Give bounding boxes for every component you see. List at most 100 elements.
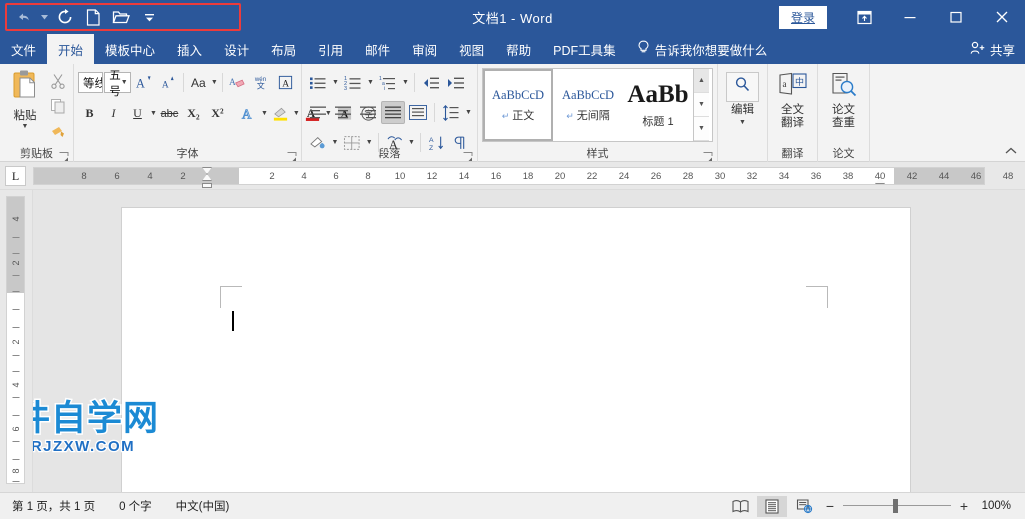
text-highlight-button[interactable] <box>269 102 292 125</box>
style-item-heading1[interactable]: AaBb 标题 1 <box>623 69 693 141</box>
tab-stop-selector[interactable]: L <box>5 166 26 186</box>
left-indent-marker[interactable] <box>202 183 212 188</box>
line-spacing-caret-icon[interactable]: ▼ <box>464 109 473 116</box>
style-item-no-spacing[interactable]: AaBbCcD ↵ 无间隔 <box>553 69 623 141</box>
zoom-slider[interactable] <box>843 498 951 514</box>
tab-insert[interactable]: 插入 <box>166 34 213 64</box>
read-mode-button[interactable] <box>725 496 755 517</box>
horizontal-ruler[interactable]: L 8 6 4 2 2 4 6 8 10 12 14 16 18 20 22 2… <box>0 162 1025 190</box>
paste-dropdown-icon[interactable]: ▼ <box>21 123 30 130</box>
change-case-caret-icon[interactable]: ▼ <box>211 79 218 86</box>
phonetic-guide-button[interactable]: wén 文 <box>250 71 273 94</box>
zoom-in-button[interactable]: + <box>955 498 973 514</box>
tab-mailings[interactable]: 邮件 <box>354 34 401 64</box>
subscript-button[interactable]: X₂ <box>182 102 205 125</box>
styles-dialog-launcher[interactable] <box>703 149 714 161</box>
tab-file[interactable]: 文件 <box>0 34 48 64</box>
vertical-ruler-strip[interactable]: 4 2 2 4 6 8 <box>6 196 25 484</box>
collapse-ribbon-button[interactable] <box>1003 144 1019 158</box>
tell-me-box[interactable]: 告诉我你想要做什么 <box>627 34 778 64</box>
italic-button[interactable]: I <box>102 102 125 125</box>
justify-button[interactable] <box>381 101 405 124</box>
clear-formatting-button[interactable]: A <box>226 71 249 94</box>
pilcrow-icon: ↵ <box>501 110 510 121</box>
styles-more-button[interactable]: ▼ <box>694 117 709 141</box>
tab-home[interactable]: 开始 <box>47 34 95 64</box>
editing-caret-icon[interactable]: ▼ <box>738 119 747 126</box>
signin-button[interactable]: 登录 <box>778 5 827 29</box>
styles-scroll: ▲ ▼ ▼ <box>693 69 709 141</box>
style-item-normal[interactable]: AaBbCcD ↵ 正文 <box>483 69 553 141</box>
text-effects-button[interactable]: A <box>237 102 260 125</box>
page-indicator[interactable]: 第 1 页，共 1 页 <box>0 498 107 514</box>
tab-references[interactable]: 引用 <box>307 34 354 64</box>
zoom-slider-thumb[interactable] <box>893 499 898 513</box>
align-left-button[interactable] <box>306 101 330 124</box>
format-painter-button[interactable] <box>46 121 69 143</box>
character-border-button[interactable]: A <box>274 71 297 94</box>
numbering-caret-icon[interactable]: ▼ <box>366 79 375 86</box>
copy-button[interactable] <box>46 95 69 117</box>
change-case-button[interactable]: Aa <box>187 71 210 94</box>
font-dialog-launcher[interactable] <box>287 149 298 161</box>
zoom-level[interactable]: 100% <box>975 500 1017 512</box>
highlight-caret-icon[interactable]: ▼ <box>293 110 300 117</box>
bullets-caret-icon[interactable]: ▼ <box>331 79 340 86</box>
font-size-combobox[interactable]: 五号 ▼ <box>104 70 131 98</box>
vruler-tick <box>12 397 19 398</box>
minimize-button[interactable] <box>887 0 933 34</box>
numbering-button[interactable]: 123 <box>341 71 365 94</box>
tab-design[interactable]: 设计 <box>213 34 260 64</box>
document-page[interactable] <box>121 207 911 492</box>
paste-button[interactable]: 粘贴 ▼ <box>4 67 46 143</box>
shrink-font-button[interactable]: A <box>156 71 179 94</box>
document-canvas[interactable]: 软件自学网 WWW.RJZXW.COM <box>33 190 1025 492</box>
bold-button[interactable]: B <box>78 102 101 125</box>
close-button[interactable] <box>979 0 1025 34</box>
tab-layout[interactable]: 布局 <box>260 34 307 64</box>
clipboard-dialog-launcher[interactable] <box>59 149 70 161</box>
tab-review[interactable]: 审阅 <box>401 34 448 64</box>
tab-view[interactable]: 视图 <box>448 34 495 64</box>
multilevel-caret-icon[interactable]: ▼ <box>401 79 410 86</box>
share-button[interactable]: 共享 <box>970 34 1015 64</box>
ruler-number: 38 <box>842 171 854 182</box>
word-count[interactable]: 0 个字 <box>107 498 164 514</box>
zoom-out-button[interactable]: − <box>821 498 839 514</box>
paragraph-dialog-launcher[interactable] <box>463 149 474 161</box>
multilevel-list-button[interactable]: 1ai <box>376 71 400 94</box>
tab-template-center[interactable]: 模板中心 <box>94 34 166 64</box>
underline-caret-icon[interactable]: ▼ <box>150 110 157 117</box>
tab-help[interactable]: 帮助 <box>495 34 542 64</box>
font-size-caret-icon[interactable]: ▼ <box>121 79 128 86</box>
vertical-ruler[interactable]: 4 2 2 4 6 8 <box>0 190 33 492</box>
align-right-button[interactable] <box>356 101 380 124</box>
cut-button[interactable] <box>46 70 69 92</box>
text-effects-caret-icon[interactable]: ▼ <box>261 110 268 117</box>
full-text-translate-button[interactable]: a 中 全文 翻译 <box>772 67 813 141</box>
grow-font-button[interactable]: A <box>132 71 155 94</box>
web-layout-button[interactable] <box>789 496 819 517</box>
align-center-button[interactable] <box>331 101 355 124</box>
paper-plagiarism-check-button[interactable]: 论文 查重 <box>822 67 865 141</box>
translate-label: 全文 翻译 <box>781 104 804 129</box>
line-spacing-button[interactable] <box>439 101 463 124</box>
editing-button[interactable]: 编辑 ▼ <box>722 67 763 141</box>
styles-scroll-up-button[interactable]: ▲ <box>694 69 709 93</box>
maximize-button[interactable] <box>933 0 979 34</box>
font-name-combobox[interactable]: 等线 (中文正文) ▼ <box>78 72 104 93</box>
bullets-button[interactable] <box>306 71 330 94</box>
horizontal-ruler-strip[interactable]: 8 6 4 2 2 4 6 8 10 12 14 16 18 20 22 24 … <box>33 167 1013 185</box>
strikethrough-button[interactable]: abc <box>158 102 181 125</box>
increase-indent-button[interactable] <box>444 71 468 94</box>
distribute-button[interactable] <box>406 101 430 124</box>
ruler-number: 48 <box>1002 171 1014 182</box>
tab-pdf-tools[interactable]: PDF工具集 <box>542 34 627 64</box>
decrease-indent-button[interactable] <box>419 71 443 94</box>
underline-button[interactable]: U <box>126 102 149 125</box>
ribbon-display-options-icon[interactable] <box>841 0 887 34</box>
styles-scroll-down-button[interactable]: ▼ <box>694 93 709 117</box>
superscript-button[interactable]: X² <box>206 102 229 125</box>
language-indicator[interactable]: 中文(中国) <box>164 498 242 514</box>
print-layout-button[interactable] <box>757 495 787 517</box>
